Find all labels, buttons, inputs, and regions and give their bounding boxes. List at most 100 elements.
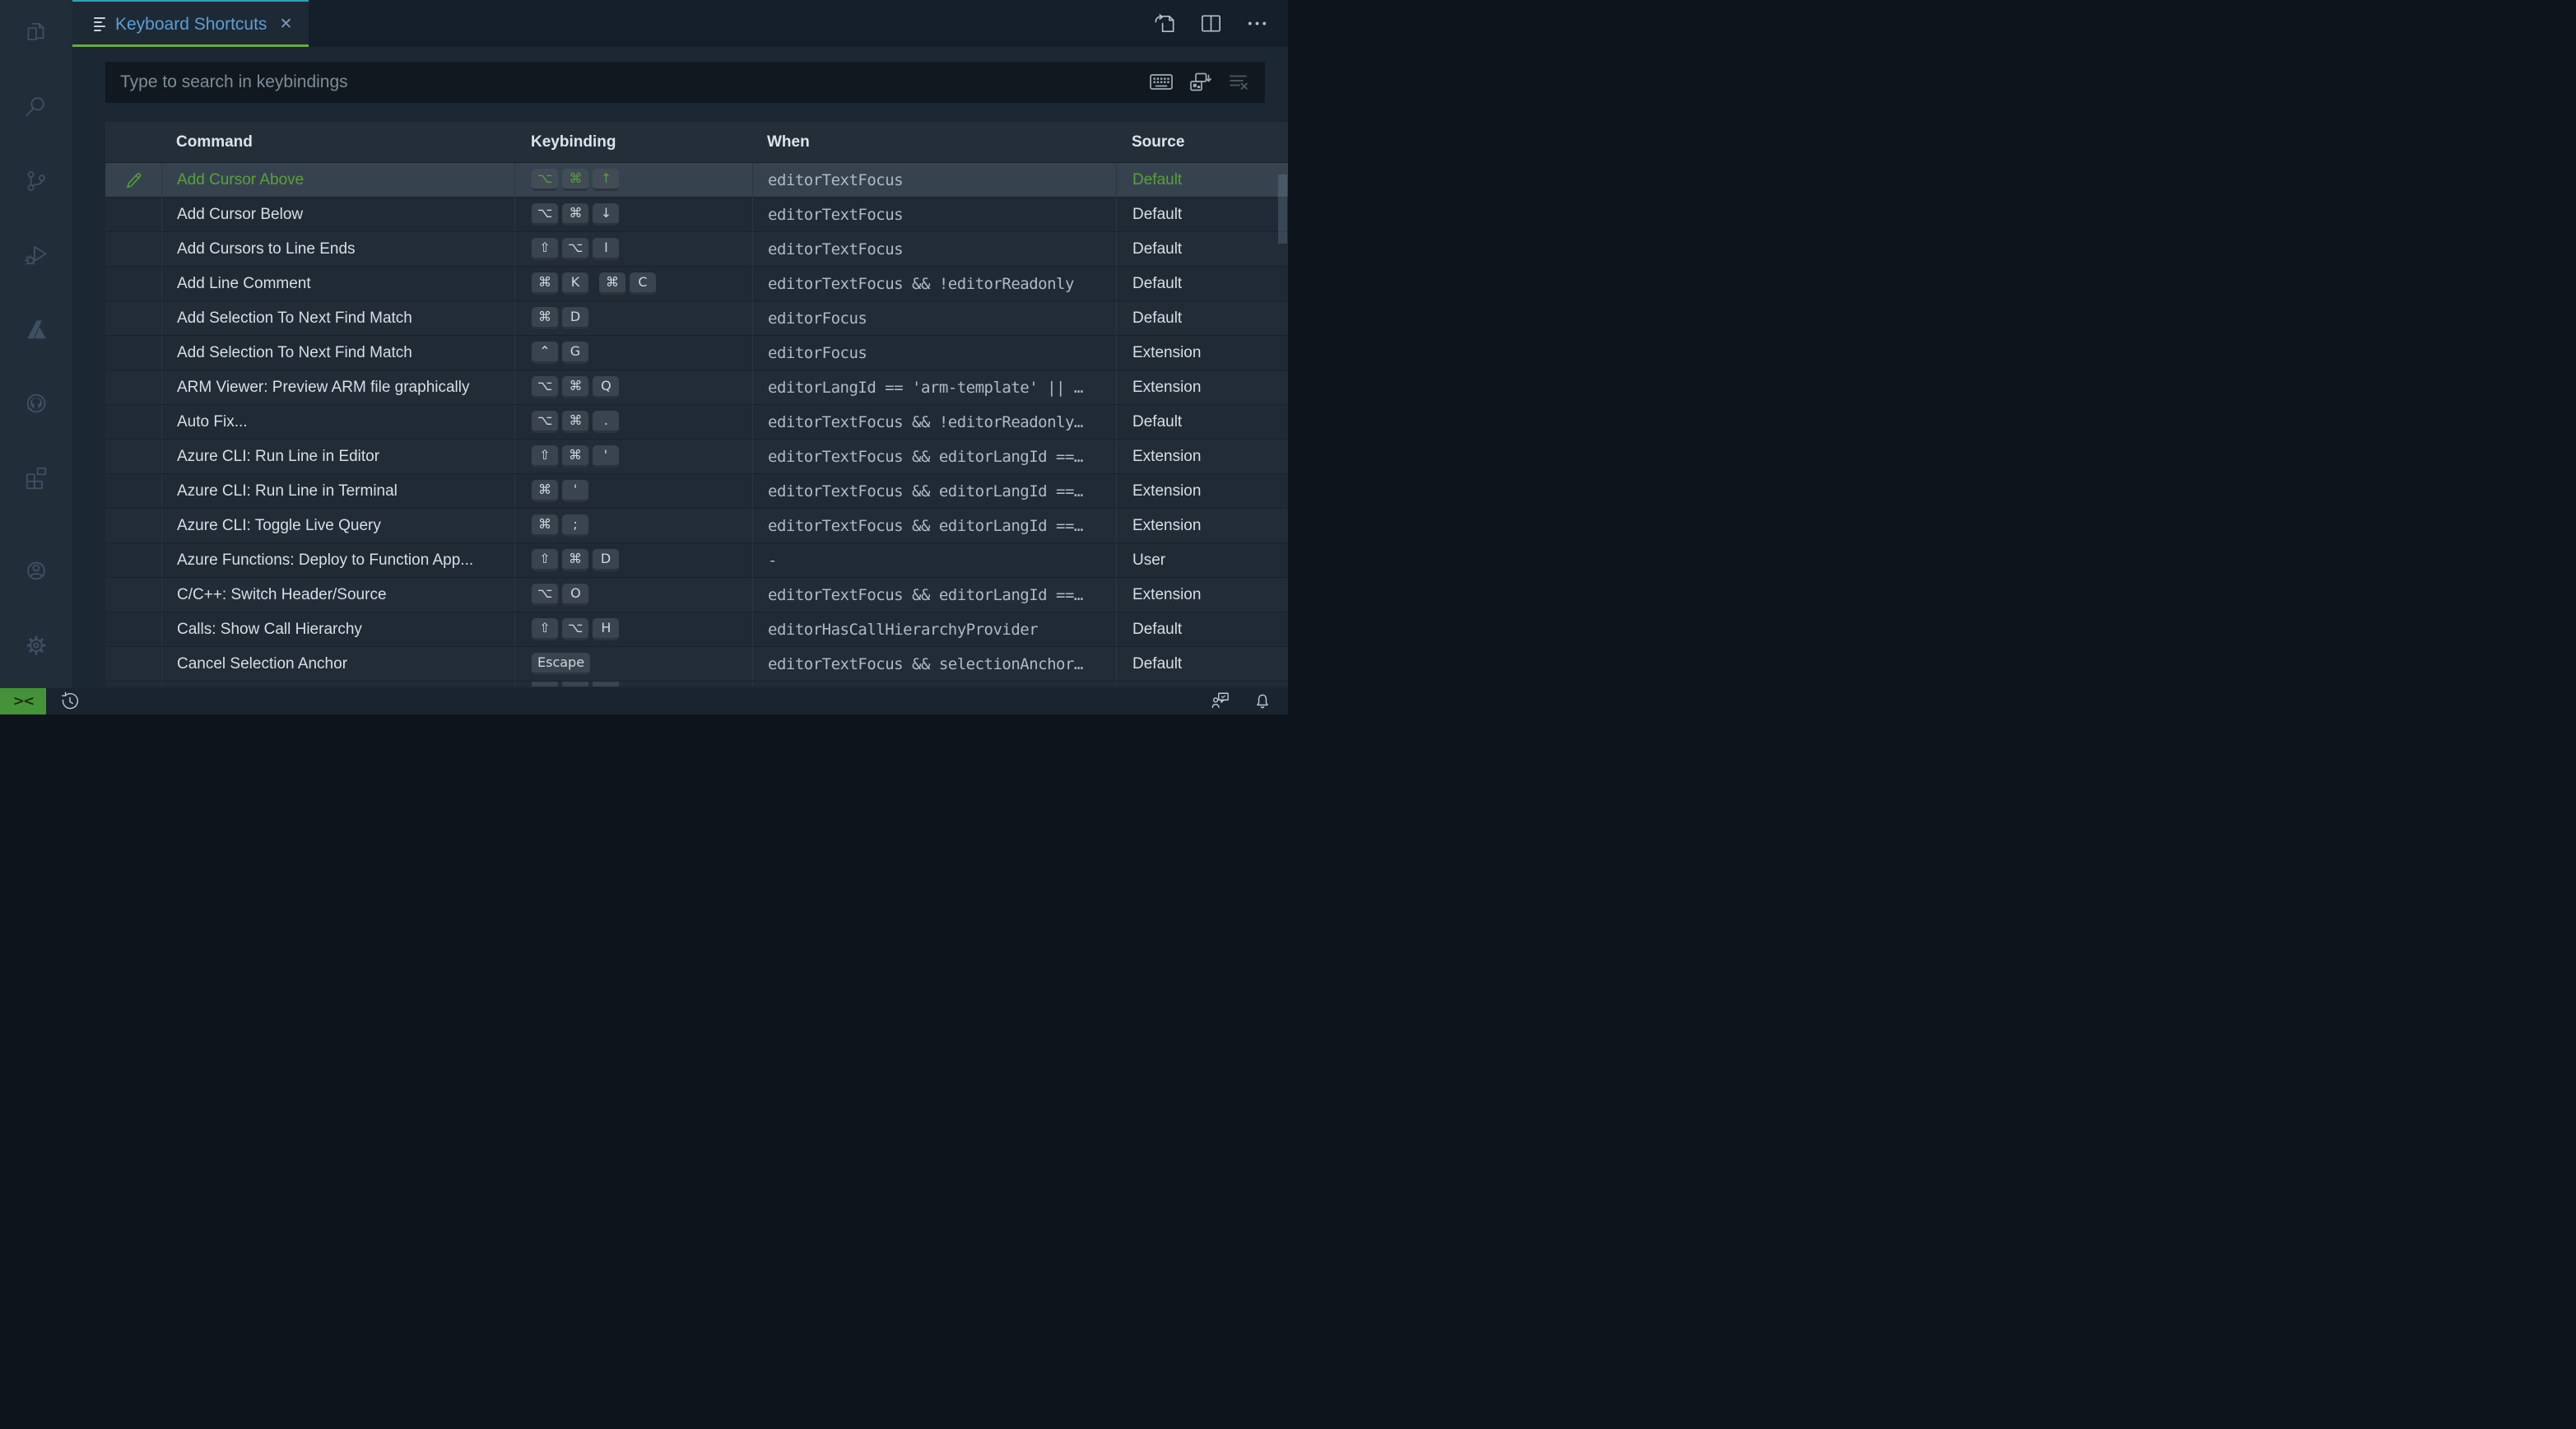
when-cell: editorTextFocus: [752, 232, 1116, 266]
when-cell: editorTextFocus && selectionAnchor…: [752, 647, 1116, 681]
table-row[interactable]: Azure CLI: Run Line in Terminal⌘'editorT…: [105, 474, 1288, 509]
when-cell: editorTextFocus && !editorReadonly…: [752, 405, 1116, 439]
github-button[interactable]: [13, 380, 59, 426]
azure-icon: [21, 314, 51, 344]
keybindings-search-bar: [105, 62, 1265, 103]
command-cell: Calls: Show Call Hierarchy: [161, 612, 514, 646]
table-row[interactable]: Add Selection To Next Find Match⌘Deditor…: [105, 301, 1288, 336]
when-cell: editorHasCallHierarchyProvider: [752, 612, 1116, 646]
keybindings-table: Command Keybinding When Source Add Curso…: [105, 122, 1288, 687]
source-cell: Default: [1116, 198, 1288, 231]
azure-button[interactable]: [13, 306, 59, 352]
table-row[interactable]: Add Line Comment⌘K⌘CeditorTextFocus && !…: [105, 267, 1288, 301]
table-row[interactable]: ARM Viewer: Preview ARM file graphically…: [105, 370, 1288, 405]
table-row[interactable]: Auto Fix...⌥⌘.editorTextFocus && !editor…: [105, 405, 1288, 440]
keycap: ⌥: [532, 203, 558, 226]
keycap: ↑: [593, 169, 619, 191]
keycap: ⌘: [562, 549, 588, 571]
when-cell: editorFocus: [752, 336, 1116, 370]
keycap: ⌥: [562, 238, 588, 260]
table-row[interactable]: Azure CLI: Toggle Live Query⌘;editorText…: [105, 509, 1288, 543]
search-input[interactable]: [105, 62, 1148, 103]
keycap: ⇧: [532, 445, 558, 468]
source-cell: Extension: [1116, 370, 1288, 404]
command-cell: Add Cursor Above: [161, 163, 514, 197]
keycap: ⌘: [532, 480, 558, 502]
table-row[interactable]: Add Cursor Below⌥⌘↓editorTextFocusDefaul…: [105, 198, 1288, 232]
table-row[interactable]: Cancel Selection AnchorEscapeeditorTextF…: [105, 647, 1288, 682]
account-icon: [21, 556, 51, 586]
vscode-window: Keyboard Shortcuts ✕: [0, 0, 1288, 714]
remote-indicator[interactable]: ><: [0, 688, 46, 714]
key-chord: ⌥⌘↓: [532, 203, 619, 226]
keycap: C: [630, 272, 656, 295]
when-cell: editorLangId == 'arm-template' || …: [752, 370, 1116, 404]
close-icon[interactable]: ✕: [279, 16, 292, 32]
keycap: ↓: [593, 203, 619, 226]
table-row[interactable]: Azure Functions: Deploy to Function App.…: [105, 543, 1288, 578]
go-to-file-icon[interactable]: [1152, 11, 1178, 36]
sort-precedence-icon[interactable]: [1188, 71, 1214, 94]
history-icon[interactable]: [59, 691, 81, 712]
ellipsis-icon[interactable]: [1244, 11, 1270, 36]
source-cell: Default: [1116, 232, 1288, 266]
tab-keyboard-shortcuts[interactable]: Keyboard Shortcuts ✕: [72, 0, 309, 47]
source-cell: Extension: [1116, 578, 1288, 612]
feedback-icon[interactable]: [1211, 691, 1232, 712]
keybinding-cell: [514, 682, 752, 687]
keycap: ⌘: [532, 514, 558, 537]
search-icon: [22, 93, 50, 121]
manage-button[interactable]: [13, 622, 59, 668]
edit-keybinding-pencil-icon[interactable]: [122, 169, 145, 192]
keycap: [593, 682, 619, 687]
when-cell: editorFocus: [752, 301, 1116, 335]
row-edit-gutter: [105, 682, 161, 687]
source-cell: [1116, 682, 1288, 687]
table-row[interactable]: Calls: Show Call Hierarchy⇧⌥HeditorHasCa…: [105, 612, 1288, 647]
command-cell: C/C++: Switch Header/Source: [161, 578, 514, 612]
accounts-button[interactable]: [13, 548, 59, 594]
key-chord: ⌘K: [532, 272, 588, 295]
keycap: Escape: [532, 653, 590, 675]
when-cell: editorTextFocus && !editorReadonly: [752, 267, 1116, 300]
source-control-button[interactable]: [13, 158, 59, 204]
keybinding-cell: ⇧⌘D: [514, 543, 752, 577]
keybinding-cell: ⌥⌘Q: [514, 370, 752, 404]
keycap: ⌘: [532, 307, 558, 329]
search-button[interactable]: [13, 84, 59, 130]
keycap: O: [562, 584, 588, 606]
explorer-button[interactable]: [13, 10, 59, 56]
source-cell: Default: [1116, 405, 1288, 439]
command-cell: Add Cursor Below: [161, 198, 514, 231]
gear-icon: [21, 631, 51, 660]
run-debug-button[interactable]: [13, 232, 59, 278]
table-row[interactable]: C/C++: Switch Header/Source⌥OeditorTextF…: [105, 578, 1288, 612]
source-cell: Extension: [1116, 336, 1288, 370]
extensions-button[interactable]: [13, 454, 59, 500]
table-row[interactable]: Add Selection To Next Find Match⌃Geditor…: [105, 336, 1288, 370]
keycap: ;: [562, 514, 588, 537]
keycap: K: [562, 272, 588, 295]
bell-icon[interactable]: [1252, 691, 1273, 712]
clear-list-icon[interactable]: [1227, 71, 1253, 94]
table-row-partial: [105, 682, 1288, 687]
when-cell: editorTextFocus && editorLangId ==…: [752, 474, 1116, 508]
tab-title: Keyboard Shortcuts: [115, 15, 267, 35]
key-chord: ⌃G: [532, 342, 588, 364]
keycap: ⌥: [532, 376, 558, 398]
keyboard-icon[interactable]: [1148, 71, 1174, 94]
vertical-scrollbar[interactable]: [1278, 175, 1287, 244]
header-keybinding: Keybinding: [514, 122, 752, 162]
keycap: ⌘: [562, 445, 588, 468]
source-cell: Extension: [1116, 440, 1288, 473]
split-editor-icon[interactable]: [1198, 11, 1224, 36]
table-row[interactable]: Add Cursor Above⌥⌘↑editorTextFocusDefaul…: [105, 163, 1288, 198]
table-row[interactable]: Azure CLI: Run Line in Editor⇧⌘'editorTe…: [105, 440, 1288, 474]
keybinding-cell: Escape: [514, 647, 752, 681]
keycap: .: [593, 411, 619, 433]
when-cell: editorTextFocus && editorLangId ==…: [752, 509, 1116, 542]
command-cell: Add Cursors to Line Ends: [161, 232, 514, 266]
row-edit-gutter[interactable]: [105, 163, 161, 197]
when-cell: editorTextFocus && editorLangId ==…: [752, 578, 1116, 612]
table-row[interactable]: Add Cursors to Line Ends⇧⌥IeditorTextFoc…: [105, 232, 1288, 267]
